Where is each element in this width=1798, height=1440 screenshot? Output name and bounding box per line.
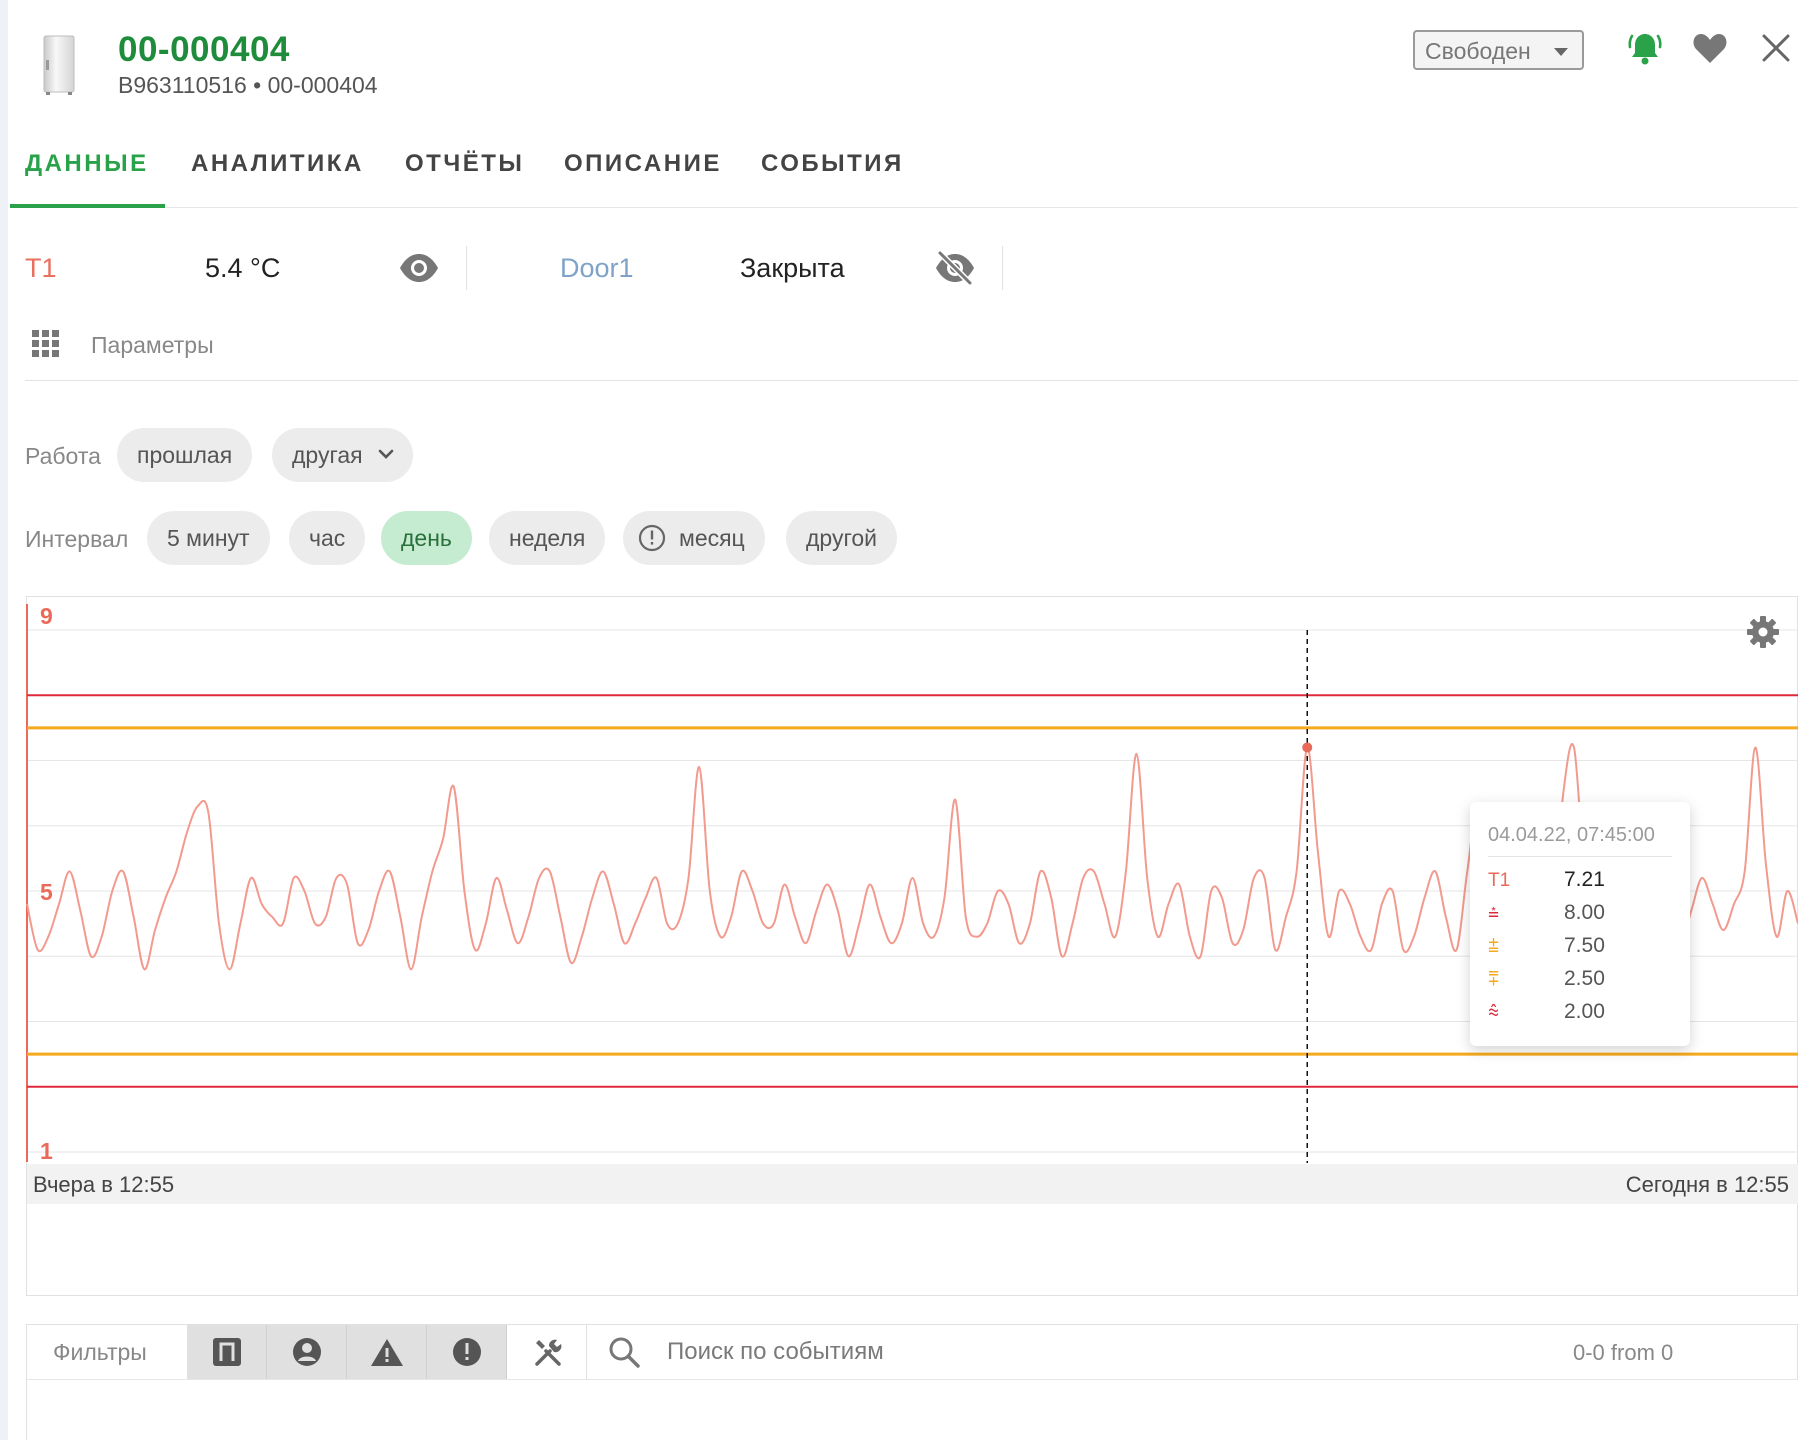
tooltip-value: 7.50 xyxy=(1564,934,1605,957)
tooltip-time: 04.04.22, 07:45:00 xyxy=(1488,824,1655,846)
filter-warning-button[interactable] xyxy=(347,1325,427,1379)
x-start-label: Вчера в 12:55 xyxy=(33,1172,175,1197)
y-tick-label: 9 xyxy=(40,603,53,629)
filter-user-button[interactable] xyxy=(267,1325,347,1379)
events-list xyxy=(26,1380,1798,1440)
tooltip-row: T1 7.21 xyxy=(1488,868,1678,898)
tooltip-row: ⩱ 2.50 xyxy=(1488,967,1678,997)
x-end-label: Сегодня в 12:55 xyxy=(1625,1172,1789,1197)
tooltip-row: ⩲ 7.50 xyxy=(1488,934,1678,964)
filters-label: Фильтры xyxy=(53,1339,147,1365)
filter-service-button[interactable] xyxy=(507,1325,587,1379)
filters-label-cell: Фильтры xyxy=(27,1325,187,1379)
search-input[interactable] xyxy=(667,1332,1367,1372)
y-tick-label: 1 xyxy=(40,1138,53,1164)
tooltip-row: ⩮ 8.00 xyxy=(1488,901,1678,931)
gear-icon[interactable] xyxy=(1745,614,1781,655)
search-icon xyxy=(605,1325,655,1379)
tooltip-value: 2.50 xyxy=(1564,967,1605,990)
tools-icon xyxy=(535,1339,562,1366)
chart-x-range: Вчера в 12:55 Сегодня в 12:55 xyxy=(27,1164,1798,1204)
filter-parking-button[interactable] xyxy=(187,1325,267,1379)
tooltip-value: 2.00 xyxy=(1564,1000,1605,1023)
tooltip-key: ⩱ xyxy=(1488,969,1500,990)
y-tick-label: 5 xyxy=(40,879,53,905)
warning-icon xyxy=(371,1339,403,1366)
tooltip-key: ⩮ xyxy=(1488,903,1500,924)
tooltip-row: ⩯ 2.00 xyxy=(1488,1000,1678,1030)
tooltip-value: 8.00 xyxy=(1564,901,1605,924)
temperature-chart[interactable]: 9 5 1 xyxy=(0,0,1798,1440)
parking-icon xyxy=(213,1338,241,1366)
user-icon xyxy=(293,1338,321,1366)
events-filter-bar: Фильтры Поиск по событиям 0-0 from 0 xyxy=(26,1324,1798,1380)
tooltip-key: T1 xyxy=(1488,870,1511,891)
events-count: 0-0 from 0 xyxy=(1573,1340,1674,1365)
hover-point xyxy=(1302,742,1313,753)
chart-tooltip: 04.04.22, 07:45:00 T1 7.21 ⩮ 8.00 ⩲ 7.50… xyxy=(1470,802,1690,1046)
tooltip-divider xyxy=(1488,856,1672,857)
tooltip-key: ⩲ xyxy=(1488,936,1500,957)
tooltip-value: 7.21 xyxy=(1564,868,1605,891)
filter-error-button[interactable] xyxy=(427,1325,507,1379)
tooltip-key: ⩯ xyxy=(1488,1002,1500,1023)
error-icon xyxy=(453,1338,481,1366)
